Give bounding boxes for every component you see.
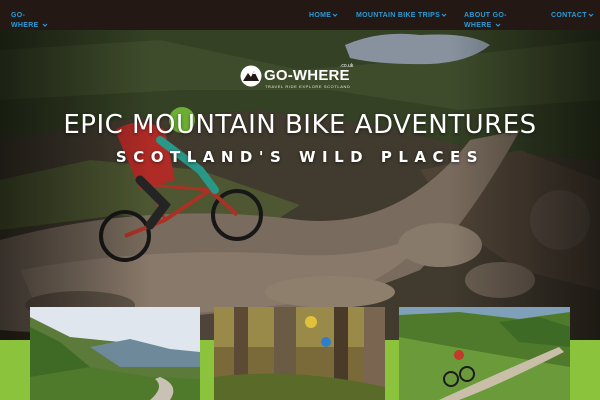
accent-band [0, 340, 30, 400]
go-where-logo[interactable]: .co.uk GO-WHERE TRAVEL RIDE EXPLORE SCOT… [240, 63, 362, 94]
chevron-down-icon [495, 23, 501, 28]
nav-item-about[interactable]: ABOUT GO-WHERE [464, 11, 514, 31]
nav-item-mountain-bike-trips[interactable]: MOUNTAIN BIKE TRIPS [356, 11, 447, 21]
mountain-logo-icon [240, 65, 262, 87]
gallery-card-hill-trail[interactable] [399, 307, 570, 400]
gallery-card-forest[interactable] [214, 307, 385, 400]
nav-item-home[interactable]: HOME [309, 11, 338, 21]
nav-item-trips-label: MOUNTAIN BIKE TRIPS [356, 12, 441, 19]
hero-title: EPIC MOUNTAIN BIKE ADVENTURES [63, 110, 537, 140]
accent-band [200, 340, 214, 400]
top-navigation-bar: GO-WHERE HOME MOUNTAIN BIKE TRIPS ABOUT … [0, 0, 600, 30]
accent-band [385, 340, 399, 400]
nav-brand-label: GO-WHERE [11, 12, 39, 29]
nav-item-contact[interactable]: CONTACT [551, 11, 594, 21]
logo-wordmark: GO-WHERE [264, 67, 350, 84]
nav-item-contact-label: CONTACT [551, 12, 587, 19]
hill-trail-rider-photo [399, 307, 570, 400]
glen-valley-photo [30, 307, 200, 400]
gallery-card-glen[interactable] [30, 307, 200, 400]
chevron-down-icon [42, 23, 48, 28]
nav-item-home-label: HOME [309, 12, 332, 19]
logo-tagline: TRAVEL RIDE EXPLORE SCOTLAND [265, 84, 351, 89]
accent-band [570, 340, 600, 400]
chevron-down-icon [588, 13, 594, 18]
chevron-down-icon [441, 13, 447, 18]
forest-riders-photo [214, 307, 385, 400]
nav-brand-link[interactable]: GO-WHERE [11, 11, 51, 31]
chevron-down-icon [332, 13, 338, 18]
hero-subtitle: SCOTLAND'S WILD PLACES [115, 148, 485, 166]
